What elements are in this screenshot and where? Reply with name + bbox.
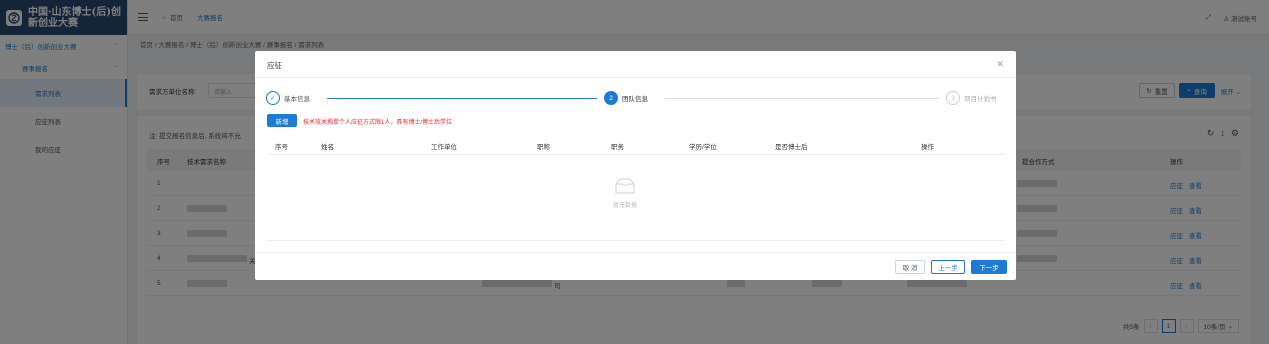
step-label: 项目计划书	[964, 96, 997, 103]
empty-text: 暂无数据	[612, 203, 637, 209]
divider	[267, 240, 1004, 241]
add-member-button[interactable]: 新增	[267, 114, 297, 127]
divider	[255, 252, 1016, 253]
col-education: 学历/学位	[689, 144, 717, 151]
step-number: 3	[946, 91, 960, 105]
step-team-info: 2 团队信息	[604, 91, 648, 105]
step-connector	[327, 98, 597, 99]
step-label: 基本信息	[284, 96, 310, 103]
next-step-button[interactable]: 下一步	[971, 260, 1007, 274]
col-index: 序号	[275, 144, 288, 151]
empty-box-icon	[615, 178, 635, 194]
step-label: 团队信息	[622, 96, 648, 103]
empty-state: 暂无数据	[595, 176, 655, 209]
col-name: 姓名	[321, 144, 334, 151]
cancel-button[interactable]: 取 消	[895, 260, 925, 274]
apply-modal: 应征 ✕ ✓ 基本信息 2 团队信息 3 项目计划书 新增 技术攻关揭单个人应征…	[255, 51, 1016, 280]
col-ops: 操作	[921, 144, 934, 151]
check-icon: ✓	[266, 91, 280, 105]
team-table-header: 序号 姓名 工作单位 职称 职务 学历/学位 是否博士后 操作	[267, 135, 1004, 155]
previous-step-button[interactable]: 上一步	[931, 260, 965, 274]
step-number: 2	[604, 91, 618, 105]
col-title: 职称	[537, 144, 550, 151]
step-basic-info: ✓ 基本信息	[266, 91, 310, 105]
step-connector	[665, 98, 939, 99]
close-icon[interactable]: ✕	[996, 59, 1004, 70]
col-postdoc: 是否博士后	[775, 144, 808, 151]
col-employer: 工作单位	[431, 144, 457, 151]
divider	[255, 77, 1016, 78]
step-project-plan: 3 项目计划书	[946, 91, 997, 105]
warning-text: 技术攻关揭单个人应征方式限1人，具有博士/博士后学位	[303, 120, 453, 126]
col-position: 职务	[611, 144, 624, 151]
modal-title: 应征	[267, 61, 282, 70]
